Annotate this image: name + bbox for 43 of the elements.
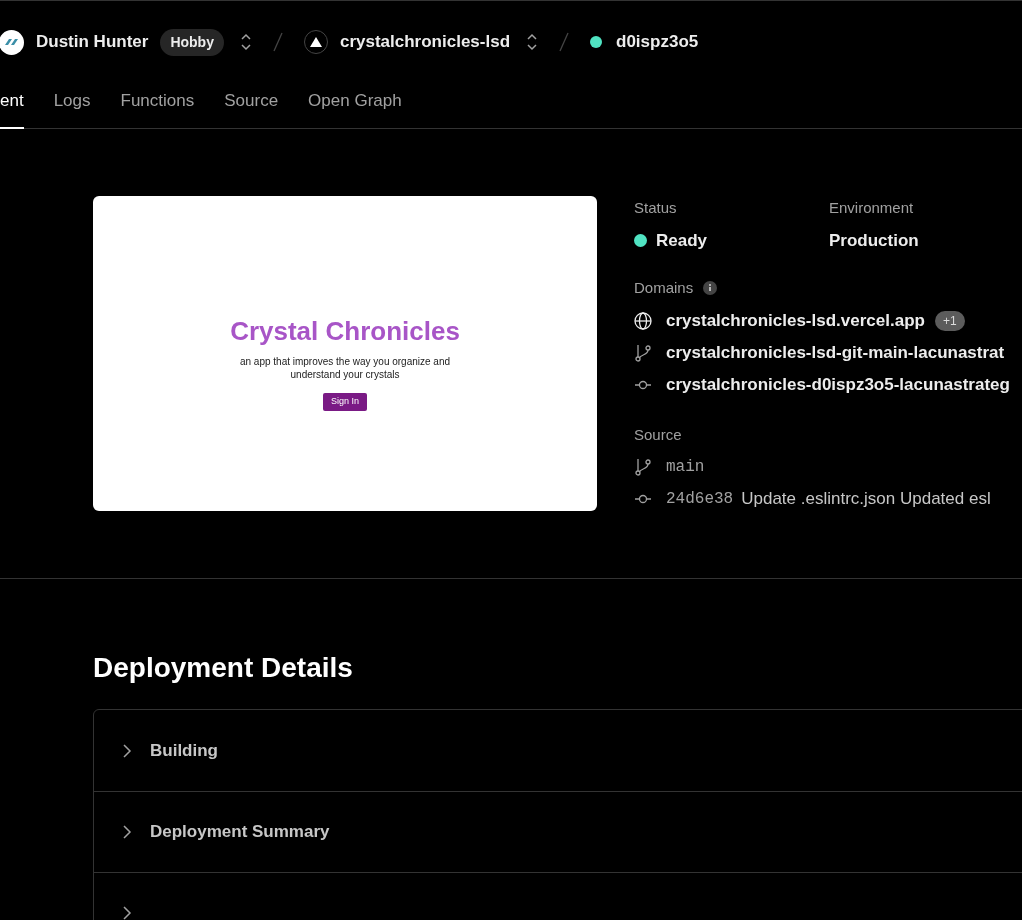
section-heading: Deployment Details <box>93 651 354 685</box>
preview-title: Crystal Chronicles <box>230 315 460 349</box>
domains-label: Domains <box>634 278 694 298</box>
branch-icon <box>634 458 652 476</box>
triangle-icon <box>309 37 322 47</box>
info-icon[interactable] <box>703 281 718 296</box>
accordion-row[interactable]: Deployment Summary <box>94 791 1022 872</box>
more-domains-badge[interactable]: +1 <box>934 310 965 331</box>
logo-icon <box>2 37 21 47</box>
chevron-icon <box>122 742 132 759</box>
domain-link[interactable]: crystalchronicles-lsd.vercel.app <box>666 307 925 334</box>
domain-link[interactable]: crystalchronicles-d0ispz3o5-lacunastrateg <box>666 371 1010 398</box>
plan-badge: Hobby <box>160 28 224 56</box>
team-avatar[interactable] <box>0 29 24 55</box>
up-down-chevron-icon[interactable] <box>239 32 252 52</box>
nav-tab[interactable]: Functions <box>120 83 195 129</box>
nav-tab[interactable]: ent <box>0 83 24 129</box>
branch-name[interactable]: main <box>666 455 705 479</box>
commit-message: Update .eslintrc.json Updated esl <box>741 488 991 511</box>
status-value: Ready <box>656 229 708 252</box>
source-label: Source <box>634 424 683 445</box>
preview-subtitle: an app that improves the way you organize and understand your crystals <box>238 355 452 382</box>
slash-divider-icon <box>271 31 284 53</box>
deployment-id[interactable]: d0ispz3o5 <box>616 29 699 55</box>
slash-divider-icon <box>558 31 571 53</box>
nav-tab[interactable]: Open Graph <box>308 83 402 129</box>
domain-link[interactable]: crystalchronicles-lsd-git-main-lacunastrat <box>666 339 1005 366</box>
deployment-preview[interactable]: Crystal Chronicles an app that improves the way you organize and understand your crystals Sign In <box>93 196 597 511</box>
commit-hash[interactable]: 24d6e38 <box>666 487 734 511</box>
nav-tab[interactable]: Logs <box>53 83 91 129</box>
environment-label: Environment <box>829 198 915 218</box>
chevron-icon <box>122 905 132 920</box>
environment-value: Production <box>829 229 919 252</box>
team-name[interactable]: Dustin Hunter <box>36 29 149 55</box>
status-label: Status <box>634 198 678 218</box>
branch-icon <box>634 343 652 362</box>
preview-sign-in-button: Sign In <box>323 393 367 411</box>
nav-tab[interactable]: Source <box>224 83 279 129</box>
up-down-chevron-icon[interactable] <box>526 32 539 52</box>
project-name[interactable]: crystalchronicles-lsd <box>339 29 511 55</box>
chevron-icon <box>122 824 132 840</box>
globe-icon <box>634 311 652 330</box>
accordion-row[interactable]: Building <box>94 710 1022 791</box>
